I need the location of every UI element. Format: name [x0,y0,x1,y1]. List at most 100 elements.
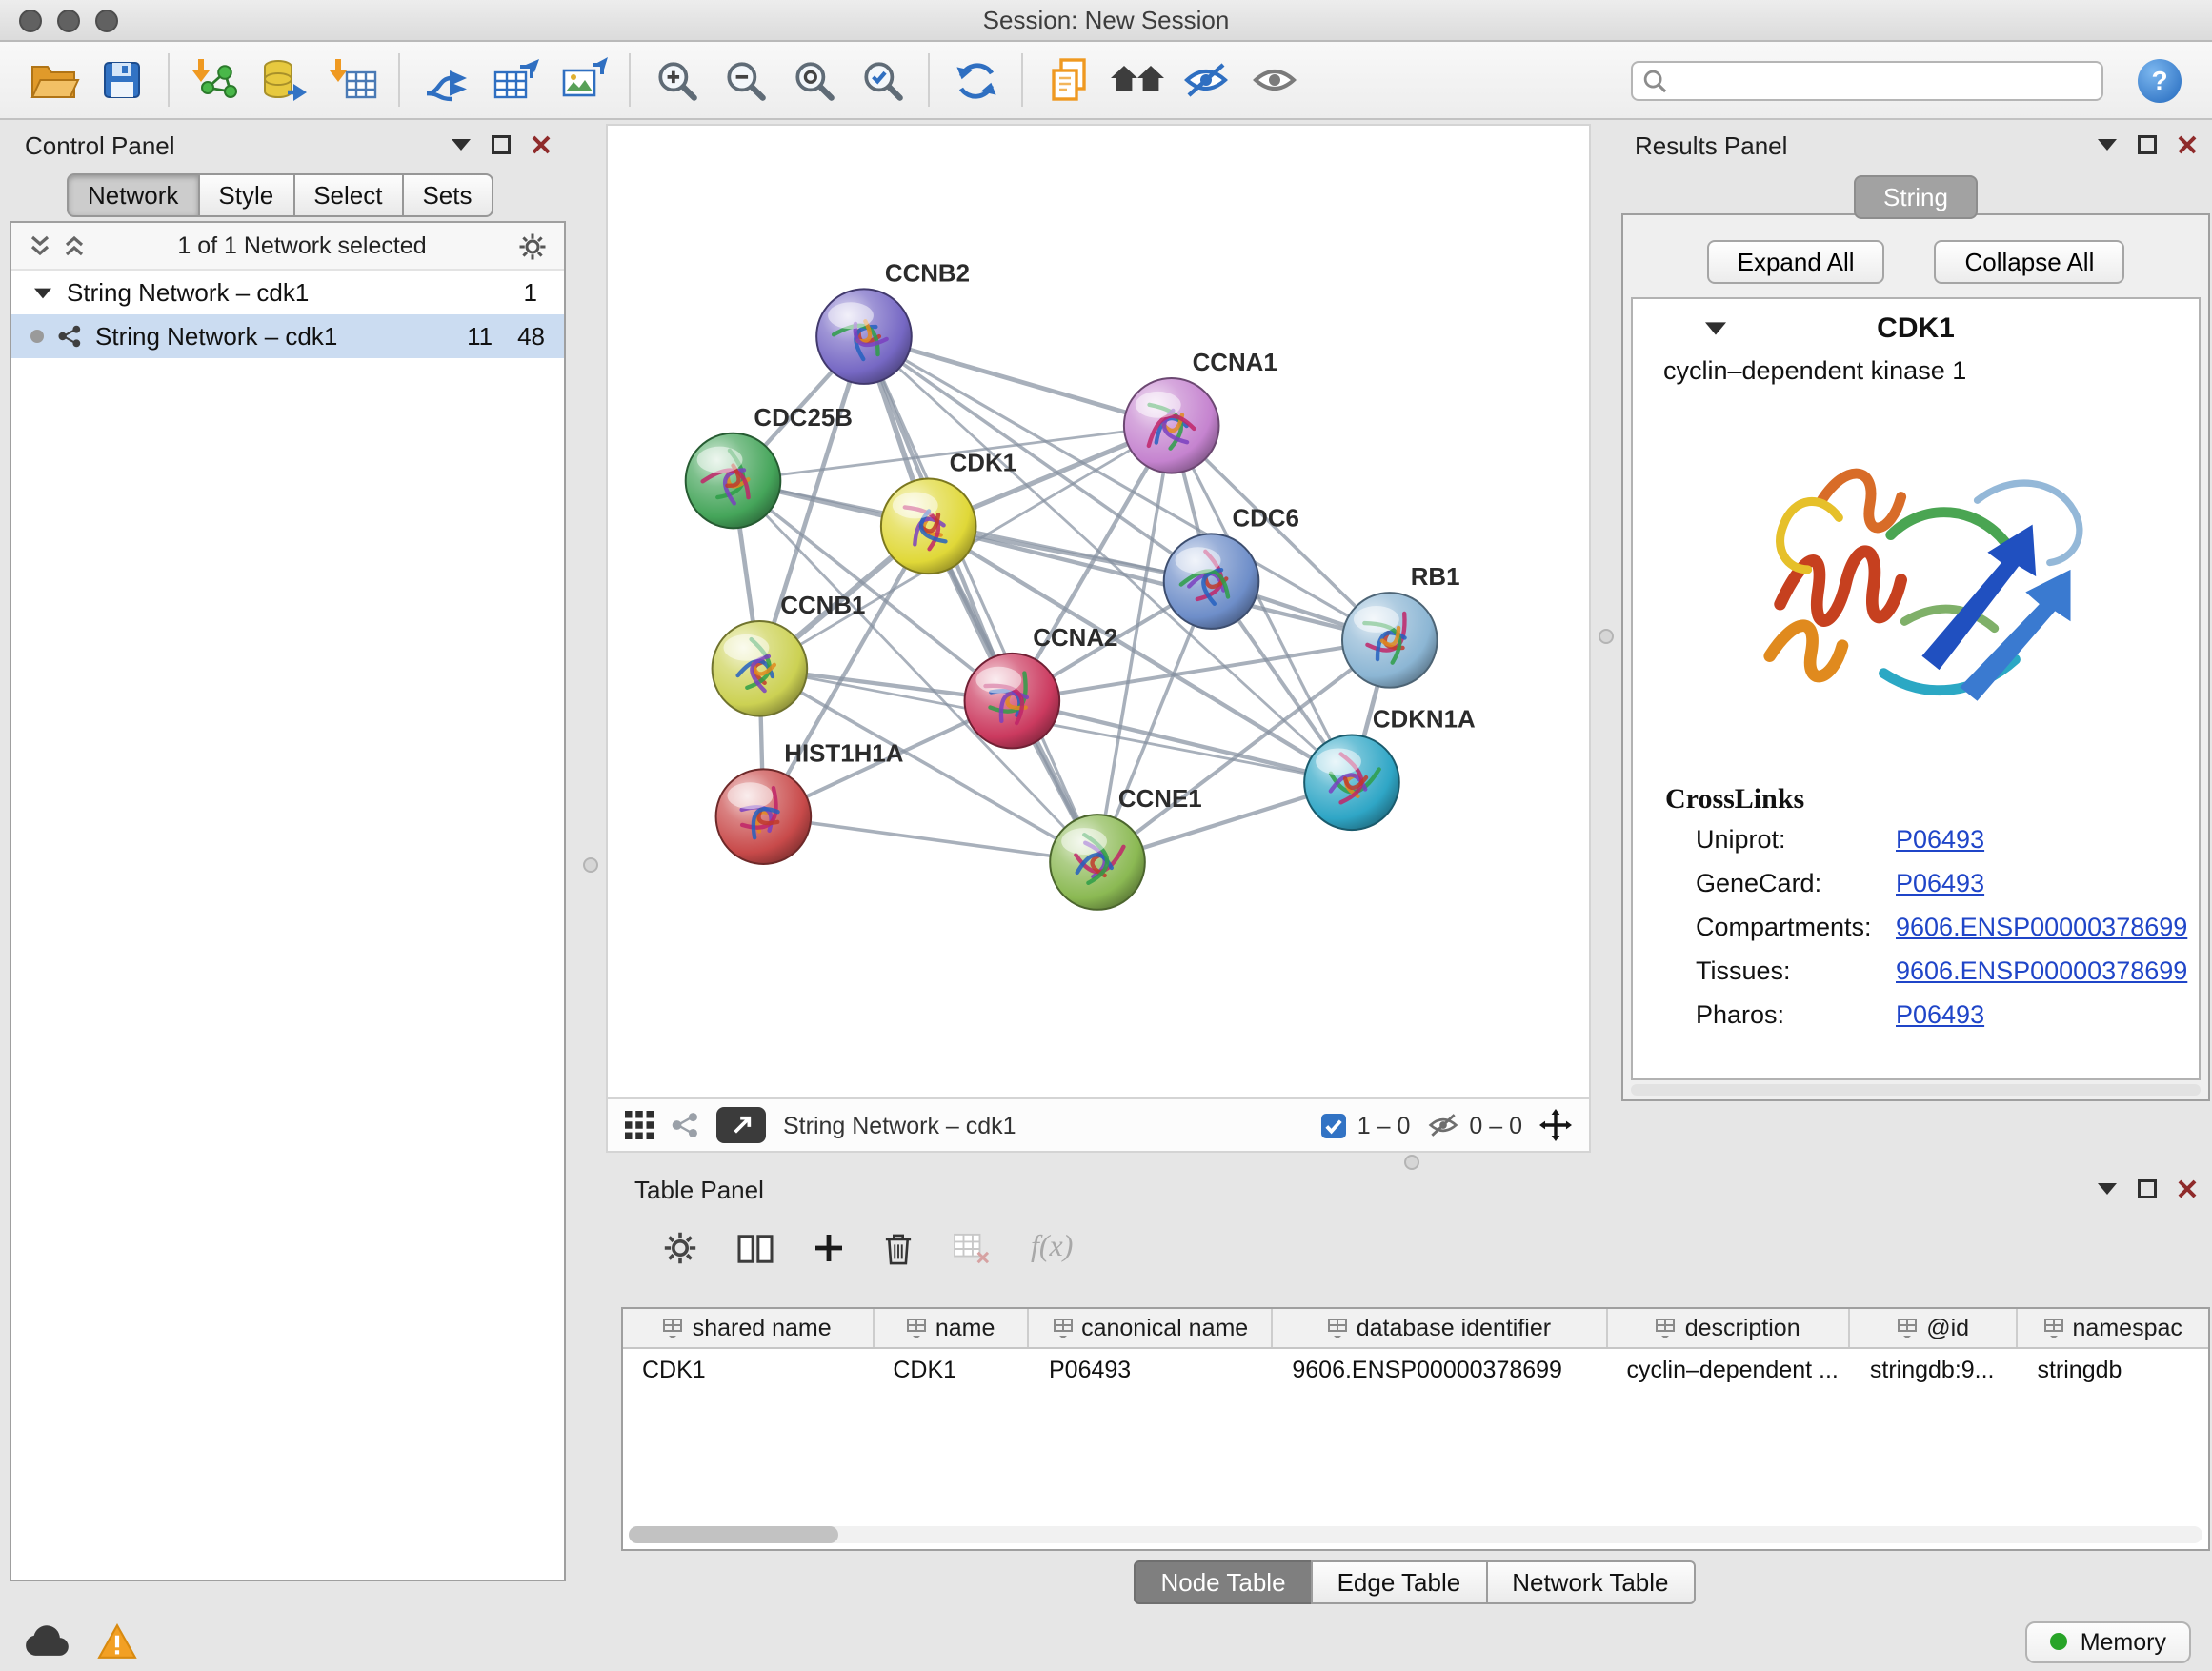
network-node[interactable]: CDK1 [881,451,1016,574]
warning-icon [97,1623,137,1660]
network-options-button[interactable] [518,232,547,260]
column-header[interactable]: shared name [623,1309,874,1347]
splitter-handle-left[interactable] [583,857,598,873]
expand-all-networks-button[interactable] [63,234,86,257]
tab-style[interactable]: Style [197,173,294,217]
column-header[interactable]: @id [1851,1309,2019,1347]
create-column-button[interactable] [814,1233,844,1263]
tab-sets[interactable]: Sets [401,173,493,217]
column-header[interactable]: canonical name [1030,1309,1273,1347]
column-header[interactable]: database identifier [1273,1309,1607,1347]
minimize-window-button[interactable] [57,10,80,32]
table-panel-maximize-button[interactable] [2138,1179,2157,1198]
toolbar-separator [928,53,930,107]
network-collection-row[interactable]: String Network – cdk1 1 [11,271,564,314]
tab-string[interactable]: String [1853,175,1979,219]
apply-layout-button[interactable] [941,48,1010,112]
function-builder-button[interactable]: f(x) [1031,1231,1073,1265]
network-label: String Network – cdk1 [95,322,337,351]
export-table-button[interactable] [480,48,549,112]
save-session-button[interactable] [88,48,156,112]
maximize-window-button[interactable] [95,10,118,32]
results-horizontal-scrollbar[interactable] [1631,1084,2201,1096]
columns-icon [737,1232,774,1264]
control-panel-maximize-button[interactable] [492,135,511,154]
splitter-handle-right[interactable] [1599,629,1614,644]
close-icon [2178,135,2197,154]
annotation-button[interactable] [1035,48,1103,112]
warnings-button[interactable] [97,1623,137,1660]
show-all-button[interactable] [1240,48,1309,112]
control-panel-float-button[interactable] [452,139,471,151]
delete-table-button-disabled[interactable] [953,1232,991,1264]
table-panel-float-button[interactable] [2098,1183,2117,1195]
network-node[interactable]: HIST1H1A [716,740,904,864]
network-node[interactable]: CCNA1 [1124,350,1277,473]
import-network-file-button[interactable] [181,48,250,112]
network-node[interactable]: CDKN1A [1304,707,1476,831]
splitter-handle-bottom[interactable] [1404,1155,1419,1170]
network-type-button[interactable] [671,1111,699,1139]
column-header[interactable]: description [1608,1309,1851,1347]
expand-all-button[interactable]: Expand All [1707,240,1885,284]
search-input[interactable] [1631,60,2103,100]
network-node[interactable]: CCNB2 [816,260,970,384]
scrollbar-thumb[interactable] [629,1526,838,1543]
import-table-button[interactable] [318,48,387,112]
collapse-all-button[interactable]: Collapse All [1935,240,2125,284]
close-window-button[interactable] [19,10,42,32]
results-panel-maximize-button[interactable] [2138,135,2157,154]
table-tabs: Node Table Edge Table Network Table [619,1560,2212,1604]
tab-network-table[interactable]: Network Table [1485,1560,1695,1604]
hide-selected-button[interactable] [1172,48,1240,112]
help-button[interactable]: ? [2138,58,2182,102]
new-network-from-selection-button[interactable] [412,48,480,112]
export-image-button[interactable] [549,48,617,112]
table-options-button[interactable] [663,1231,697,1265]
crosslink-pharos-link[interactable]: P06493 [1896,1000,1984,1029]
table-panel-close-button[interactable] [2178,1179,2197,1198]
tab-edge-table[interactable]: Edge Table [1311,1560,1488,1604]
zoom-in-button[interactable] [642,48,711,112]
crosslink-genecard-link[interactable]: P06493 [1896,869,1984,897]
first-neighbors-button[interactable] [1103,48,1172,112]
zoom-fit-button[interactable] [779,48,848,112]
crosslink-compartments-link[interactable]: 9606.ENSP00000378699 [1896,913,2187,941]
collapse-all-networks-button[interactable] [29,234,51,257]
birdseye-grid-button[interactable] [625,1111,654,1139]
save-icon [99,57,145,103]
cell-name: CDK1 [874,1356,1030,1382]
houses-icon [1109,57,1166,103]
table-row[interactable]: CDK1 CDK1 P06493 9606.ENSP00000378699 cy… [623,1349,2208,1389]
table-horizontal-scrollbar[interactable] [629,1526,2202,1543]
network-canvas[interactable]: CCNB2CCNA1CDC25BCDK1CDC6RB1CCNB1CCNA2CDK… [608,126,1589,1097]
network-node[interactable]: RB1 [1342,564,1459,688]
tab-node-table[interactable]: Node Table [1134,1560,1312,1604]
crosslink-uniprot-link[interactable]: P06493 [1896,825,1984,854]
import-network-database-button[interactable] [250,48,318,112]
memory-button[interactable]: Memory [2025,1621,2191,1662]
column-header[interactable]: namespac [2018,1309,2208,1347]
results-panel-close-button[interactable] [2178,135,2197,154]
delete-column-button[interactable] [884,1232,913,1264]
node-section-header[interactable]: CDK1 [1633,299,2199,356]
show-columns-button[interactable] [737,1232,774,1264]
crosslink-tissues-link[interactable]: 9606.ENSP00000378699 [1896,956,2187,985]
zoom-out-button[interactable] [711,48,779,112]
network-node[interactable]: CCNB1 [713,593,866,716]
zoom-selected-button[interactable] [848,48,916,112]
tab-select[interactable]: Select [292,173,403,217]
control-panel-close-button[interactable] [532,135,551,154]
tab-network[interactable]: Network [67,173,199,217]
results-panel-float-button[interactable] [2098,139,2117,151]
pan-mode-button[interactable] [1539,1109,1572,1141]
node-label: CDC25B [754,405,853,432]
network-node[interactable]: CDC25B [686,405,853,529]
cloud-services-button[interactable] [21,1625,70,1658]
branch-arrows-icon [420,54,472,106]
open-session-button[interactable] [19,48,88,112]
column-header[interactable]: name [874,1309,1030,1347]
detach-view-button[interactable] [716,1107,766,1143]
network-row[interactable]: String Network – cdk1 11 48 [11,314,564,358]
network-node[interactable]: CDC6 [1164,505,1299,629]
